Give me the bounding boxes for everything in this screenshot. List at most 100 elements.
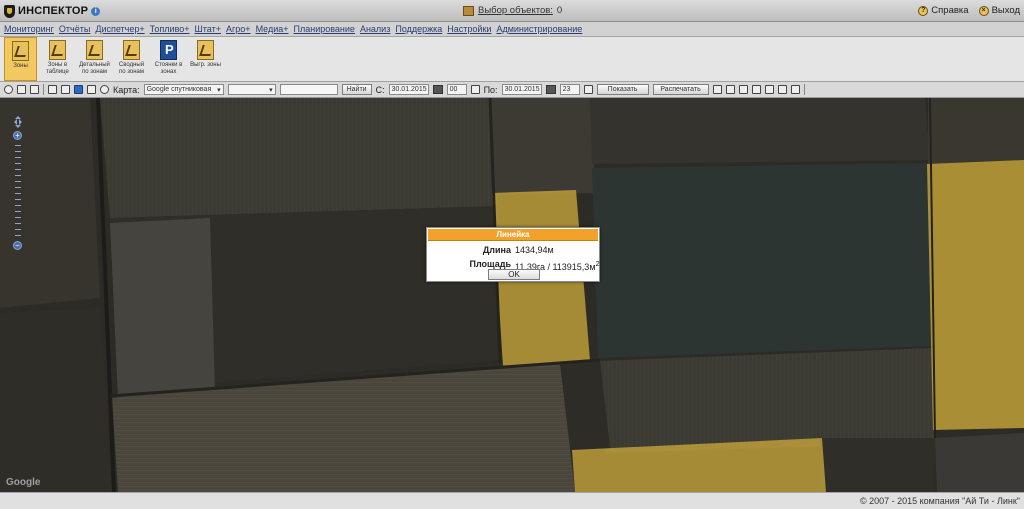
menu-item-settings[interactable]: Настройки [447, 24, 491, 34]
map-imagery [0, 98, 1024, 492]
clock-icon[interactable] [583, 85, 593, 94]
pencil-icon[interactable] [48, 85, 57, 94]
satellite-map[interactable]: + − Google [0, 98, 1024, 492]
ribbon-button-label: Детальный по зонам [79, 62, 110, 75]
box-icon [463, 5, 474, 16]
separator [803, 84, 805, 95]
menu-item-administration[interactable]: Администрирование [496, 24, 582, 34]
ruler-dialog: Линейка Длина 1434,94м Площадь 11,39га /… [426, 227, 600, 282]
ribbon-parking-button[interactable]: Стоянки в зонах [152, 37, 185, 81]
from-label: С: [375, 84, 385, 95]
area-unit-sup: 2 [595, 259, 600, 268]
pan-control[interactable] [11, 113, 25, 131]
ribbon-button-label: Сводный по зонам [118, 62, 145, 75]
length-value: 1434,94м [515, 245, 554, 255]
length-label: Длина [482, 245, 511, 255]
footer: © 2007 - 2015 компания "Ай Ти - Линк" [0, 492, 1024, 509]
zone-icon [12, 41, 29, 61]
logo[interactable]: ИНСПЕКТОР i [4, 4, 101, 18]
zoom-slider[interactable] [15, 145, 21, 236]
ribbon-button-label: Выгр. зоны [190, 62, 221, 68]
to-label: По: [483, 84, 498, 95]
menu-item-media[interactable]: Медиа+ [256, 24, 289, 34]
exit-link[interactable]: × Выход [978, 5, 1020, 16]
exit-icon: × [978, 5, 989, 16]
map-zoom-control: + − [11, 113, 25, 250]
ok-button[interactable]: OK [488, 269, 540, 280]
zone-export-icon [197, 40, 214, 60]
main-menu: Мониторинг Отчёты Диспетчер+ Топливо+ Шт… [0, 22, 1024, 37]
ribbon-zone-export-button[interactable]: Выгр. зоны [189, 37, 222, 81]
zoom-in-button[interactable]: + [13, 131, 22, 140]
calendar-icon[interactable] [432, 85, 443, 94]
ribbon-zone-detail-button[interactable]: Детальный по зонам [78, 37, 111, 81]
cursor-icon[interactable] [712, 85, 722, 94]
object-selection[interactable]: Выбор объектов: 0 [463, 5, 562, 16]
ribbon-button-label: Стоянки в зонах [154, 62, 183, 75]
ribbon-toolbar: Зоны Зоны в таблице Детальный по зонам С… [0, 37, 1024, 82]
map-type-select[interactable]: Google спутниковая ▾ [143, 84, 224, 95]
object-selection-count: 0 [556, 5, 563, 16]
length-row: Длина 1434,94м [427, 242, 599, 256]
separator [43, 84, 44, 95]
zone-summary-icon [123, 40, 140, 60]
clock-icon[interactable] [470, 85, 480, 94]
from-hour-field[interactable]: 00 [446, 84, 467, 95]
info-icon[interactable]: i [91, 6, 101, 16]
show-button[interactable]: Показать [596, 84, 649, 95]
map-label: Карта: [113, 84, 140, 95]
map-type-value: Google спутниковая [146, 86, 212, 93]
to-date-value: 30.01.2015 [504, 86, 540, 93]
pan-hand-icon[interactable] [4, 85, 13, 94]
from-date-field[interactable]: 30.01.2015 [388, 84, 429, 95]
square-icon[interactable] [725, 85, 735, 94]
menu-item-dispatcher[interactable]: Диспетчер+ [95, 24, 144, 34]
chevron-down-icon: ▾ [269, 86, 273, 94]
grid-icon[interactable] [17, 85, 26, 94]
menu-item-reports[interactable]: Отчёты [59, 24, 90, 34]
menu-item-analysis[interactable]: Анализ [360, 24, 390, 34]
object-select[interactable]: ▾ [227, 84, 276, 95]
app-window: ИНСПЕКТОР i Выбор объектов: 0 ? Справка … [0, 0, 1024, 509]
search-button[interactable]: Найти [341, 84, 372, 95]
chevron-down-icon: ▾ [217, 86, 221, 94]
line-icon[interactable] [738, 85, 748, 94]
help-icon: ? [918, 5, 929, 16]
area-label: Площадь [469, 259, 511, 269]
shield-logo-icon [4, 4, 15, 18]
close-icon[interactable] [87, 85, 96, 94]
print-button[interactable]: Распечатать [652, 84, 709, 95]
save-icon[interactable] [790, 85, 800, 94]
to-hour-field[interactable]: 23 [559, 84, 580, 95]
ribbon-button-label: Зоны в таблице [46, 62, 69, 75]
menu-item-support[interactable]: Поддержка [395, 24, 442, 34]
menu-item-staff[interactable]: Штат+ [195, 24, 221, 34]
ribbon-zones-table-button[interactable]: Зоны в таблице [41, 37, 74, 81]
from-hour-value: 00 [449, 86, 458, 93]
ribbon-zones-button[interactable]: Зоны [4, 37, 37, 81]
layers-icon[interactable] [30, 85, 39, 94]
to-date-field[interactable]: 30.01.2015 [501, 84, 542, 95]
area-row: Площадь 11,39га / 113915,3м2 [427, 256, 600, 272]
calendar-icon[interactable] [545, 85, 556, 94]
draw-icon[interactable] [751, 85, 761, 94]
ribbon-zone-summary-button[interactable]: Сводный по зонам [115, 37, 148, 81]
ruler-icon[interactable] [74, 85, 83, 94]
help-label[interactable]: Справка [931, 5, 968, 16]
menu-item-planning[interactable]: Планирование [294, 24, 355, 34]
target-icon[interactable] [100, 85, 109, 94]
parking-icon [160, 40, 177, 60]
menu-item-monitoring[interactable]: Мониторинг [4, 24, 54, 34]
rectangle-icon[interactable] [61, 85, 70, 94]
exit-label[interactable]: Выход [992, 5, 1020, 16]
shape-icon[interactable] [764, 85, 774, 94]
search-input[interactable] [279, 84, 338, 95]
object-selection-label[interactable]: Выбор объектов: [478, 5, 553, 16]
menu-item-agro[interactable]: Агро+ [226, 24, 251, 34]
zoom-out-button[interactable]: − [13, 241, 22, 250]
pan-down-icon[interactable] [15, 125, 21, 131]
menu-item-fuel[interactable]: Топливо+ [150, 24, 190, 34]
help-link[interactable]: ? Справка [918, 5, 969, 16]
delete-icon[interactable] [777, 85, 787, 94]
zone-table-icon [49, 40, 66, 60]
